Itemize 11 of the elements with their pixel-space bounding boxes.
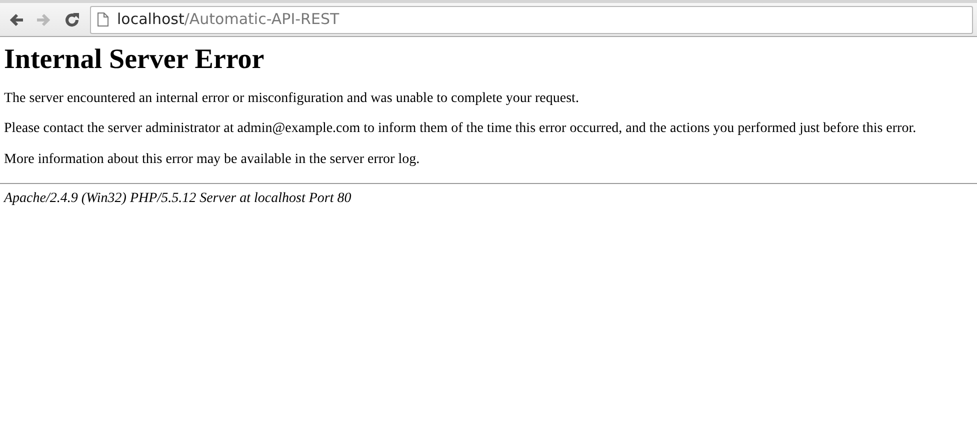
url-text: localhost/Automatic-API-REST xyxy=(117,9,340,30)
server-signature: Apache/2.4.9 (Win32) PHP/5.5.12 Server at localhost Port 80 xyxy=(4,190,352,208)
page-heading: Internal Server Error xyxy=(4,43,266,77)
address-bar[interactable]: localhost/Automatic-API-REST xyxy=(90,6,973,34)
paragraph: Please contact the server administrator at admin@example.com to inform them of the time this error occurred, and the actions you performed just before this error. xyxy=(4,121,918,138)
paragraph: The server encountered an internal error or misconfiguration and was unable to complete your request. xyxy=(4,90,580,108)
page-icon xyxy=(97,12,109,27)
left-arrow-icon xyxy=(7,12,25,28)
right-arrow-icon xyxy=(35,12,53,28)
paragraph: More information about this error may be available in the server error log. xyxy=(4,152,421,169)
reload-icon[interactable] xyxy=(64,12,80,28)
